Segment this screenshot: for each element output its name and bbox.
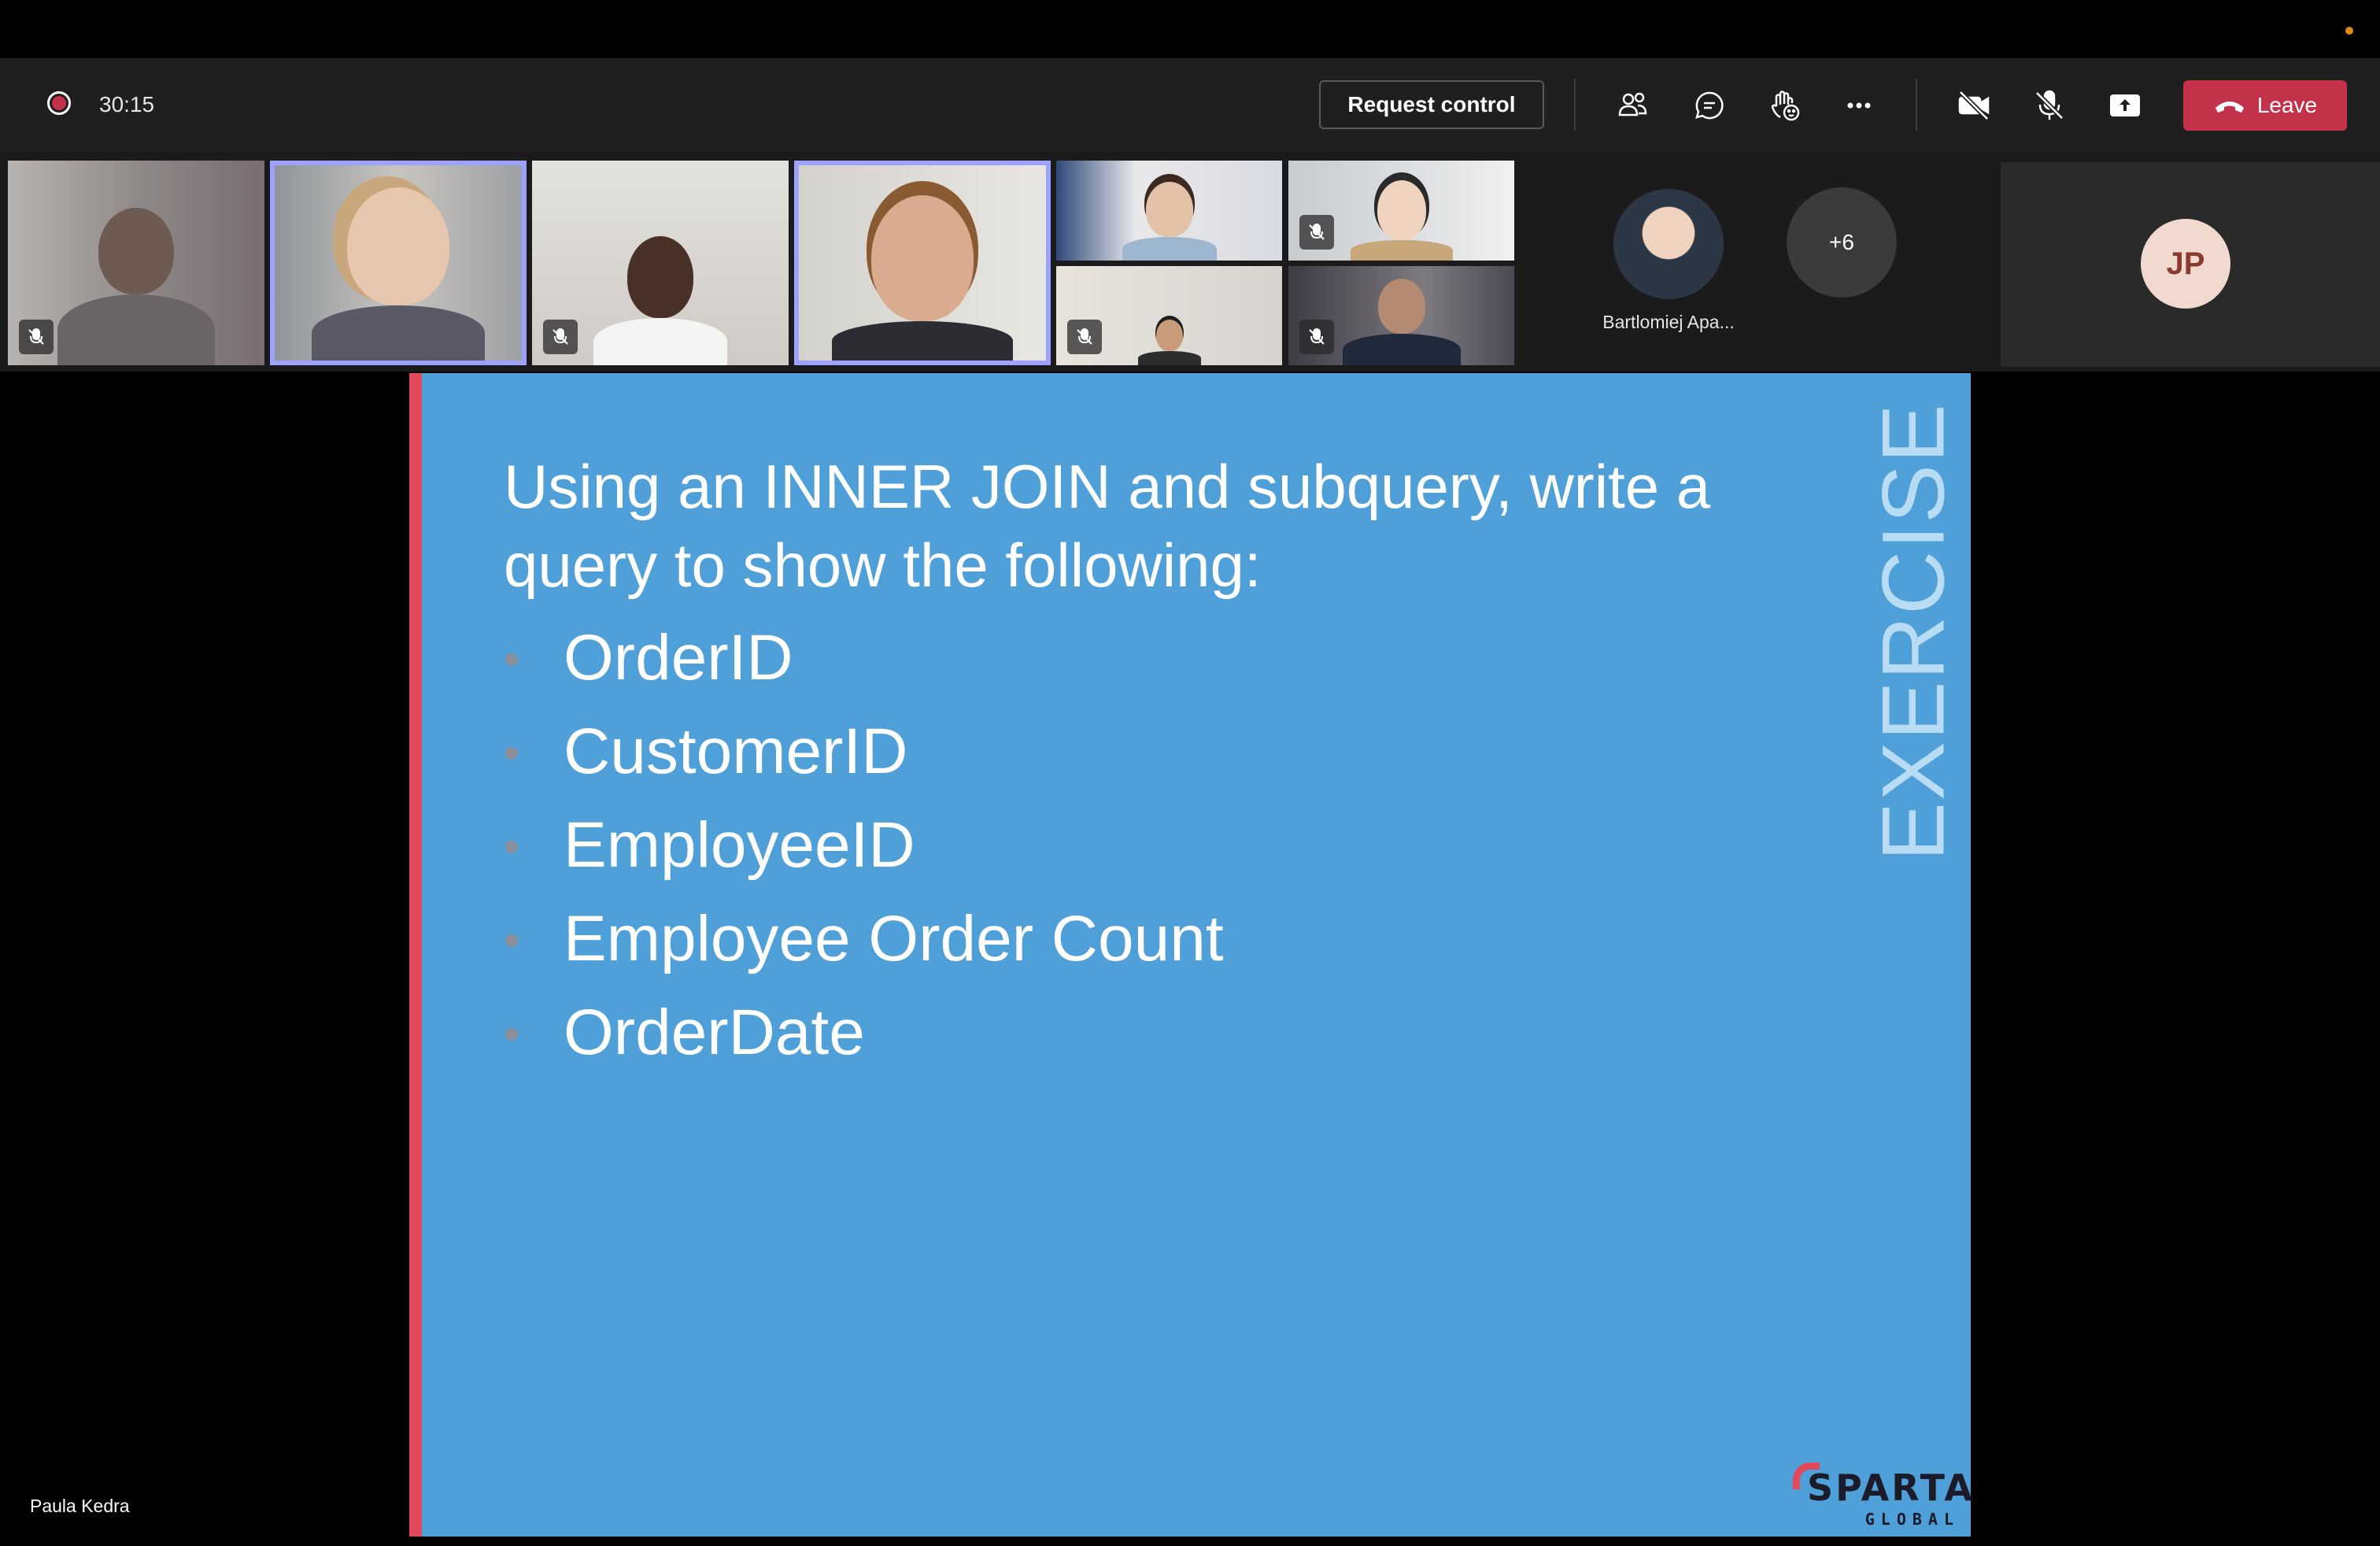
sparta-global-logo: SPARTA GLOBAL [1793,1463,1972,1529]
people-icon[interactable] [1612,85,1653,126]
self-avatar: JP [2141,219,2230,309]
slide-accent-bar [409,373,422,1537]
toolbar-divider [1574,79,1576,131]
camera-off-icon[interactable] [1953,85,1994,126]
exercise-label-text: EXERCISE [1864,401,1963,861]
participant-video-tile[interactable] [1288,266,1514,365]
leave-button[interactable]: Leave [2183,80,2347,131]
muted-mic-icon [543,320,578,354]
toolbar-divider [1916,79,1917,131]
slide-bullet: Employee Order Count [504,892,1224,986]
participant-video-tile[interactable] [1288,161,1514,261]
request-control-button[interactable]: Request control [1319,80,1544,129]
participant-video-tile[interactable] [1056,266,1282,365]
window-title-bar [0,0,2380,58]
participant-video-tile[interactable] [1056,161,1282,261]
logo-text: SPARTA [1807,1466,1975,1509]
share-screen-icon[interactable] [2105,85,2145,126]
notification-dot-icon [2345,27,2353,35]
slide-bullet-list: OrderID CustomerID EmployeeID Employee O… [504,611,1224,1079]
more-participants-button[interactable]: +6 [1787,187,1897,298]
participant-video-tile-active-speaker[interactable] [270,161,527,365]
muted-mic-icon [19,320,54,354]
avatar[interactable] [1613,189,1724,299]
slide-title: Using an INNER JOIN and subquery, write … [504,452,1711,600]
slide-bullet: OrderDate [504,986,1224,1079]
presenter-name: Paula Kedra [30,1496,130,1516]
presentation-slide: Using an INNER JOIN and subquery, write … [422,373,1972,1537]
logo-subtext: GLOBAL [1864,1510,1960,1529]
recording-icon [47,91,71,115]
muted-mic-icon [1067,320,1102,354]
participant-video-tile-active-speaker[interactable] [794,161,1051,365]
slide-bullet: CustomerID [504,705,1224,798]
slide-bullet: OrderID [504,611,1224,705]
audio-participants [1527,151,1999,372]
mic-off-icon[interactable] [2029,85,2070,126]
chat-icon[interactable] [1689,85,1730,126]
slide-bullet: EmployeeID [504,798,1224,892]
participant-video-tile[interactable] [8,161,264,365]
muted-mic-icon [1299,320,1334,354]
meeting-toolbar [0,58,2380,151]
more-options-icon[interactable] [1839,85,1879,126]
muted-mic-icon [1299,215,1334,250]
raise-hand-icon[interactable] [1765,85,1805,126]
hang-up-icon [2215,102,2244,113]
meeting-timer: 30:15 [99,92,155,117]
participant-name: Bartlomiej Apa... [1602,312,1735,332]
participant-video-tile[interactable] [532,161,789,365]
exercise-side-label: EXERCISE [1864,402,1963,860]
leave-label: Leave [2256,93,2318,117]
